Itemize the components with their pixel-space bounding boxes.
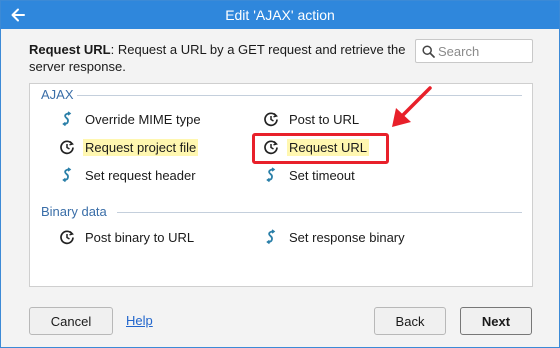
annotation-arrow-icon xyxy=(392,86,432,127)
group-divider xyxy=(77,95,522,96)
action-item-set-timeout[interactable]: Set timeout xyxy=(263,164,357,186)
dialog-window: Edit 'AJAX' action Request URL: Request … xyxy=(0,0,560,348)
group-label-binary-data: Binary data xyxy=(41,204,107,219)
action-item-set-request-header[interactable]: Set request header xyxy=(59,164,198,186)
ajax-icon xyxy=(62,167,72,183)
action-item-post-to-url[interactable]: Post to URL xyxy=(263,108,361,130)
back-button[interactable]: Back xyxy=(374,307,446,335)
ajax-icon xyxy=(62,111,72,127)
next-button[interactable]: Next xyxy=(460,307,532,335)
title-bar: Edit 'AJAX' action xyxy=(1,1,559,29)
clock-icon xyxy=(60,230,74,245)
window-title: Edit 'AJAX' action xyxy=(225,7,335,23)
action-item-post-binary-to-url[interactable]: Post binary to URL xyxy=(59,226,196,248)
help-link[interactable]: Help xyxy=(126,313,153,328)
action-item-label: Override MIME type xyxy=(85,111,201,127)
cancel-button[interactable]: Cancel xyxy=(29,307,113,335)
action-item-set-response-binary[interactable]: Set response binary xyxy=(263,226,407,248)
ajax-icon xyxy=(266,229,276,245)
action-item-label: Set timeout xyxy=(289,167,355,183)
action-item-request-project-file[interactable]: Request project file xyxy=(59,136,199,158)
action-name: Request URL xyxy=(29,42,111,57)
group-label-ajax: AJAX xyxy=(41,87,74,102)
action-item-label: Post binary to URL xyxy=(85,229,195,245)
clock-icon xyxy=(60,140,74,155)
action-description: Request URL: Request a URL by a GET requ… xyxy=(29,41,409,75)
clock-icon xyxy=(264,112,278,127)
selection-highlight-box xyxy=(252,133,389,164)
ajax-icon xyxy=(266,167,276,183)
search-box[interactable] xyxy=(415,39,533,63)
action-item-label: Request project file xyxy=(83,138,199,156)
action-item-label: Set response binary xyxy=(289,229,405,245)
search-input[interactable] xyxy=(438,42,530,60)
action-item-label: Post to URL xyxy=(289,111,360,127)
group-divider xyxy=(117,212,522,213)
search-icon xyxy=(422,45,435,58)
action-item-label: Set request header xyxy=(85,167,196,183)
action-item-override-mime-type[interactable]: Override MIME type xyxy=(59,108,203,130)
